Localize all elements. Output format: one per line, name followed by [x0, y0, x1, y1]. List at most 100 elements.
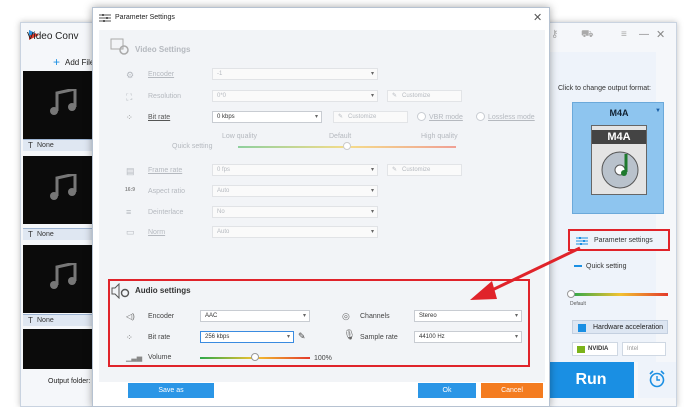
volume-label: Volume — [148, 354, 172, 361]
framerate-icon: ▤ — [126, 166, 135, 176]
high-quality-label: High quality — [421, 133, 458, 140]
deinterlace-value: No — [217, 209, 225, 215]
video-thumbnail[interactable] — [23, 71, 95, 139]
video-encoder-select[interactable]: -1 ▾ — [212, 68, 378, 80]
volume-value: 100% — [314, 355, 332, 362]
chevron-down-icon: ▾ — [514, 334, 518, 340]
aspect-ratio-label: Aspect ratio — [148, 188, 185, 195]
key-icon[interactable]: ⚷ — [551, 29, 558, 40]
nvidia-logo-icon — [577, 346, 585, 353]
video-thumbnail[interactable] — [23, 245, 95, 313]
dropdown-arrow-icon: ▼ — [655, 108, 661, 114]
subtitle-value: None — [37, 142, 54, 149]
music-note-icon — [50, 174, 77, 200]
resolution-value: 0*0 — [217, 93, 227, 99]
chevron-down-icon: ▾ — [302, 313, 306, 319]
video-settings-title: Video Settings — [135, 45, 191, 54]
dialog-title: Parameter Settings — [115, 14, 175, 21]
close-icon[interactable]: ✕ — [533, 11, 542, 24]
video-encoder-label: Encoder — [148, 71, 175, 78]
default-quality-label: Default — [329, 133, 352, 140]
intel-checkbox[interactable]: Intel — [622, 342, 666, 356]
bitrate-customize-button[interactable]: ✎ Customize — [333, 111, 408, 123]
resolution-customize-button[interactable]: ✎ Customize — [387, 90, 462, 102]
quick-setting-knob[interactable] — [567, 290, 575, 298]
aspect-ratio-select[interactable]: Auto ▾ — [212, 185, 378, 197]
minimize-icon[interactable]: — — [639, 29, 649, 40]
close-app-icon[interactable]: ✕ — [656, 28, 665, 41]
text-icon: T — [28, 316, 33, 325]
pencil-icon: ✎ — [392, 167, 398, 173]
low-quality-label: Low quality — [222, 133, 258, 140]
chevron-down-icon: ▾ — [370, 93, 374, 99]
framerate-customize-button[interactable]: ✎ Customize — [387, 164, 462, 176]
parameter-settings-label: Parameter settings — [594, 237, 653, 244]
add-file-label: Add File — [65, 58, 95, 67]
samplerate-select[interactable]: 44100 Hz ▾ — [414, 331, 522, 343]
quick-setting-label: Quick setting — [586, 263, 627, 270]
parameter-settings-button[interactable]: Parameter settings — [568, 229, 670, 251]
vbr-mode-checkbox[interactable] — [417, 112, 426, 121]
ok-button[interactable]: Ok — [418, 383, 476, 398]
chevron-down-icon: ▾ — [370, 71, 374, 77]
quick-setting-slider[interactable] — [572, 293, 668, 296]
subtitle-select[interactable]: T None — [23, 139, 95, 151]
music-note-icon — [50, 263, 77, 289]
aspect-ratio-icon: 16:9 — [125, 187, 136, 193]
audio-bitrate-icon: ⁘ — [126, 333, 133, 342]
menu-icon[interactable]: ≡ — [621, 29, 627, 40]
plus-icon: + — [53, 55, 61, 69]
audio-bitrate-label: Bit rate — [148, 334, 171, 341]
chevron-down-icon: ▾ — [314, 114, 318, 120]
format-disc-label: M4A — [592, 130, 646, 144]
subtitle-value: None — [37, 231, 54, 238]
video-bitrate-label: Bit rate — [148, 114, 171, 121]
channels-value: Stereo — [419, 313, 437, 319]
intel-label: Intel — [627, 346, 639, 352]
resolution-label: Resolution — [148, 93, 182, 100]
volume-knob[interactable] — [251, 353, 259, 361]
lossless-mode-label: Lossless mode — [488, 114, 535, 121]
nvidia-checkbox[interactable]: NVIDIA — [572, 342, 618, 356]
bitrate-customize-label: Customize — [348, 114, 377, 120]
aspect-ratio-value: Auto — [217, 188, 230, 194]
alarm-clock-button[interactable] — [638, 362, 676, 398]
framerate-label: Frame rate — [148, 167, 183, 174]
norm-select[interactable]: Auto ▾ — [212, 226, 378, 238]
subtitle-select[interactable]: T None — [23, 228, 95, 240]
pencil-icon: ✎ — [392, 93, 398, 99]
text-icon: T — [28, 141, 33, 150]
video-quality-knob[interactable] — [343, 142, 351, 150]
hardware-acceleration-button[interactable]: Hardware acceleration — [572, 320, 668, 334]
video-bitrate-select[interactable]: 0 kbps ▾ — [212, 111, 322, 123]
audio-encoder-select[interactable]: AAC ▾ — [200, 310, 310, 322]
subtitle-select[interactable]: T None — [23, 314, 95, 326]
lossless-mode-checkbox[interactable] — [476, 112, 485, 121]
deinterlace-select[interactable]: No ▾ — [212, 206, 378, 218]
framerate-select[interactable]: 0 fps ▾ — [212, 164, 378, 176]
microphone-icon: 🎙 — [343, 330, 356, 341]
save-as-button[interactable]: Save as — [128, 383, 214, 398]
resolution-select[interactable]: 0*0 ▾ — [212, 90, 378, 102]
channels-select[interactable]: Stereo ▾ — [414, 310, 522, 322]
video-thumbnail[interactable] — [23, 329, 95, 369]
deinterlace-label: Deinterlace — [148, 209, 184, 216]
audio-bitrate-select[interactable]: 256 kbps ▾ — [200, 331, 294, 343]
format-file-icon: M4A — [591, 125, 647, 195]
channels-label: Channels — [360, 313, 390, 320]
output-format-box[interactable]: M4A ▼ M4A — [572, 102, 664, 214]
resolution-icon: ⛶ — [126, 92, 133, 102]
norm-icon: ▭ — [126, 227, 135, 237]
cart-icon[interactable]: ⛟ — [581, 29, 594, 42]
channels-icon: ◎ — [342, 311, 350, 321]
samplerate-value: 44100 Hz — [419, 334, 445, 340]
chevron-down-icon: ▾ — [370, 188, 374, 194]
cancel-button[interactable]: Cancel — [481, 383, 543, 398]
chevron-down-icon: ▾ — [370, 209, 374, 215]
resolution-customize-label: Customize — [402, 93, 431, 99]
video-thumbnail[interactable] — [23, 156, 95, 224]
vbr-mode-label: VBR mode — [429, 114, 463, 121]
run-button[interactable]: Run — [548, 362, 634, 398]
samplerate-label: Sample rate — [360, 334, 398, 341]
edit-bitrate-icon[interactable]: ✎ — [298, 331, 306, 342]
